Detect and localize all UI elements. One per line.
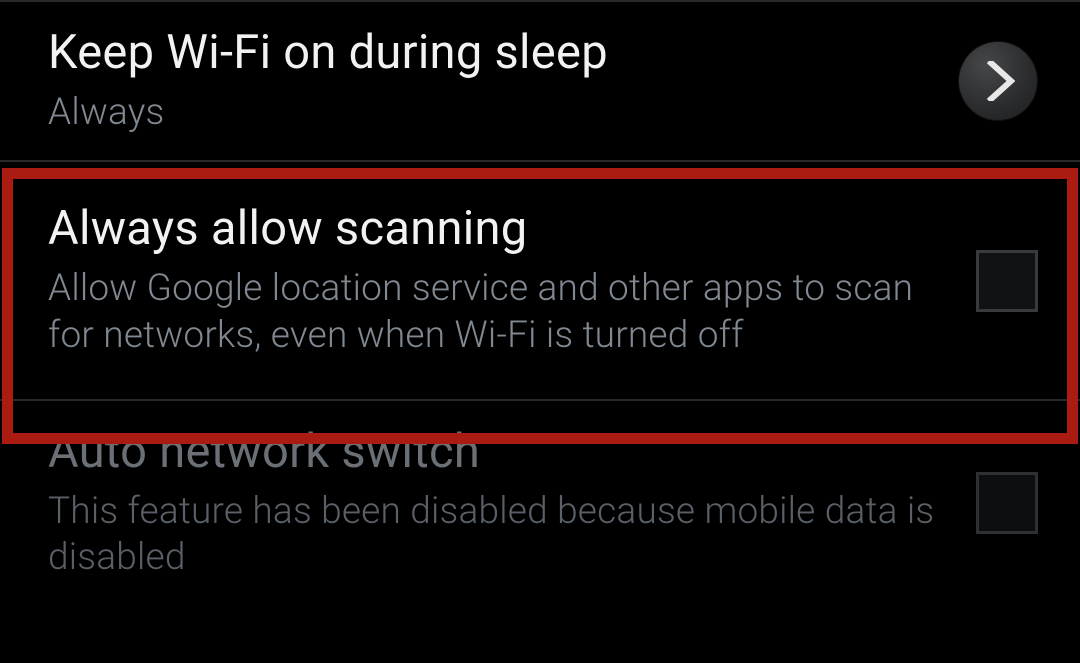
item-title: Auto network switch xyxy=(48,425,936,479)
settings-item-auto-network-switch: Auto network switch This feature has bee… xyxy=(0,401,1080,606)
item-title: Keep Wi-Fi on during sleep xyxy=(48,26,918,80)
item-subtitle: Allow Google location service and other … xyxy=(48,266,936,359)
item-text: Auto network switch This feature has bee… xyxy=(48,425,976,582)
item-subtitle: Always xyxy=(48,90,918,136)
checkbox xyxy=(976,472,1038,534)
item-text: Always allow scanning Allow Google locat… xyxy=(48,202,976,359)
settings-item-always-allow-scanning[interactable]: Always allow scanning Allow Google locat… xyxy=(0,162,1080,399)
chevron-right-icon[interactable] xyxy=(958,41,1038,121)
item-subtitle: This feature has been disabled because m… xyxy=(48,489,936,582)
settings-list: Keep Wi-Fi on during sleep Always Always… xyxy=(0,0,1080,605)
item-title: Always allow scanning xyxy=(48,202,936,256)
checkbox[interactable] xyxy=(976,250,1038,312)
item-text: Keep Wi-Fi on during sleep Always xyxy=(48,26,958,136)
settings-item-keep-wifi-sleep[interactable]: Keep Wi-Fi on during sleep Always xyxy=(0,2,1080,160)
